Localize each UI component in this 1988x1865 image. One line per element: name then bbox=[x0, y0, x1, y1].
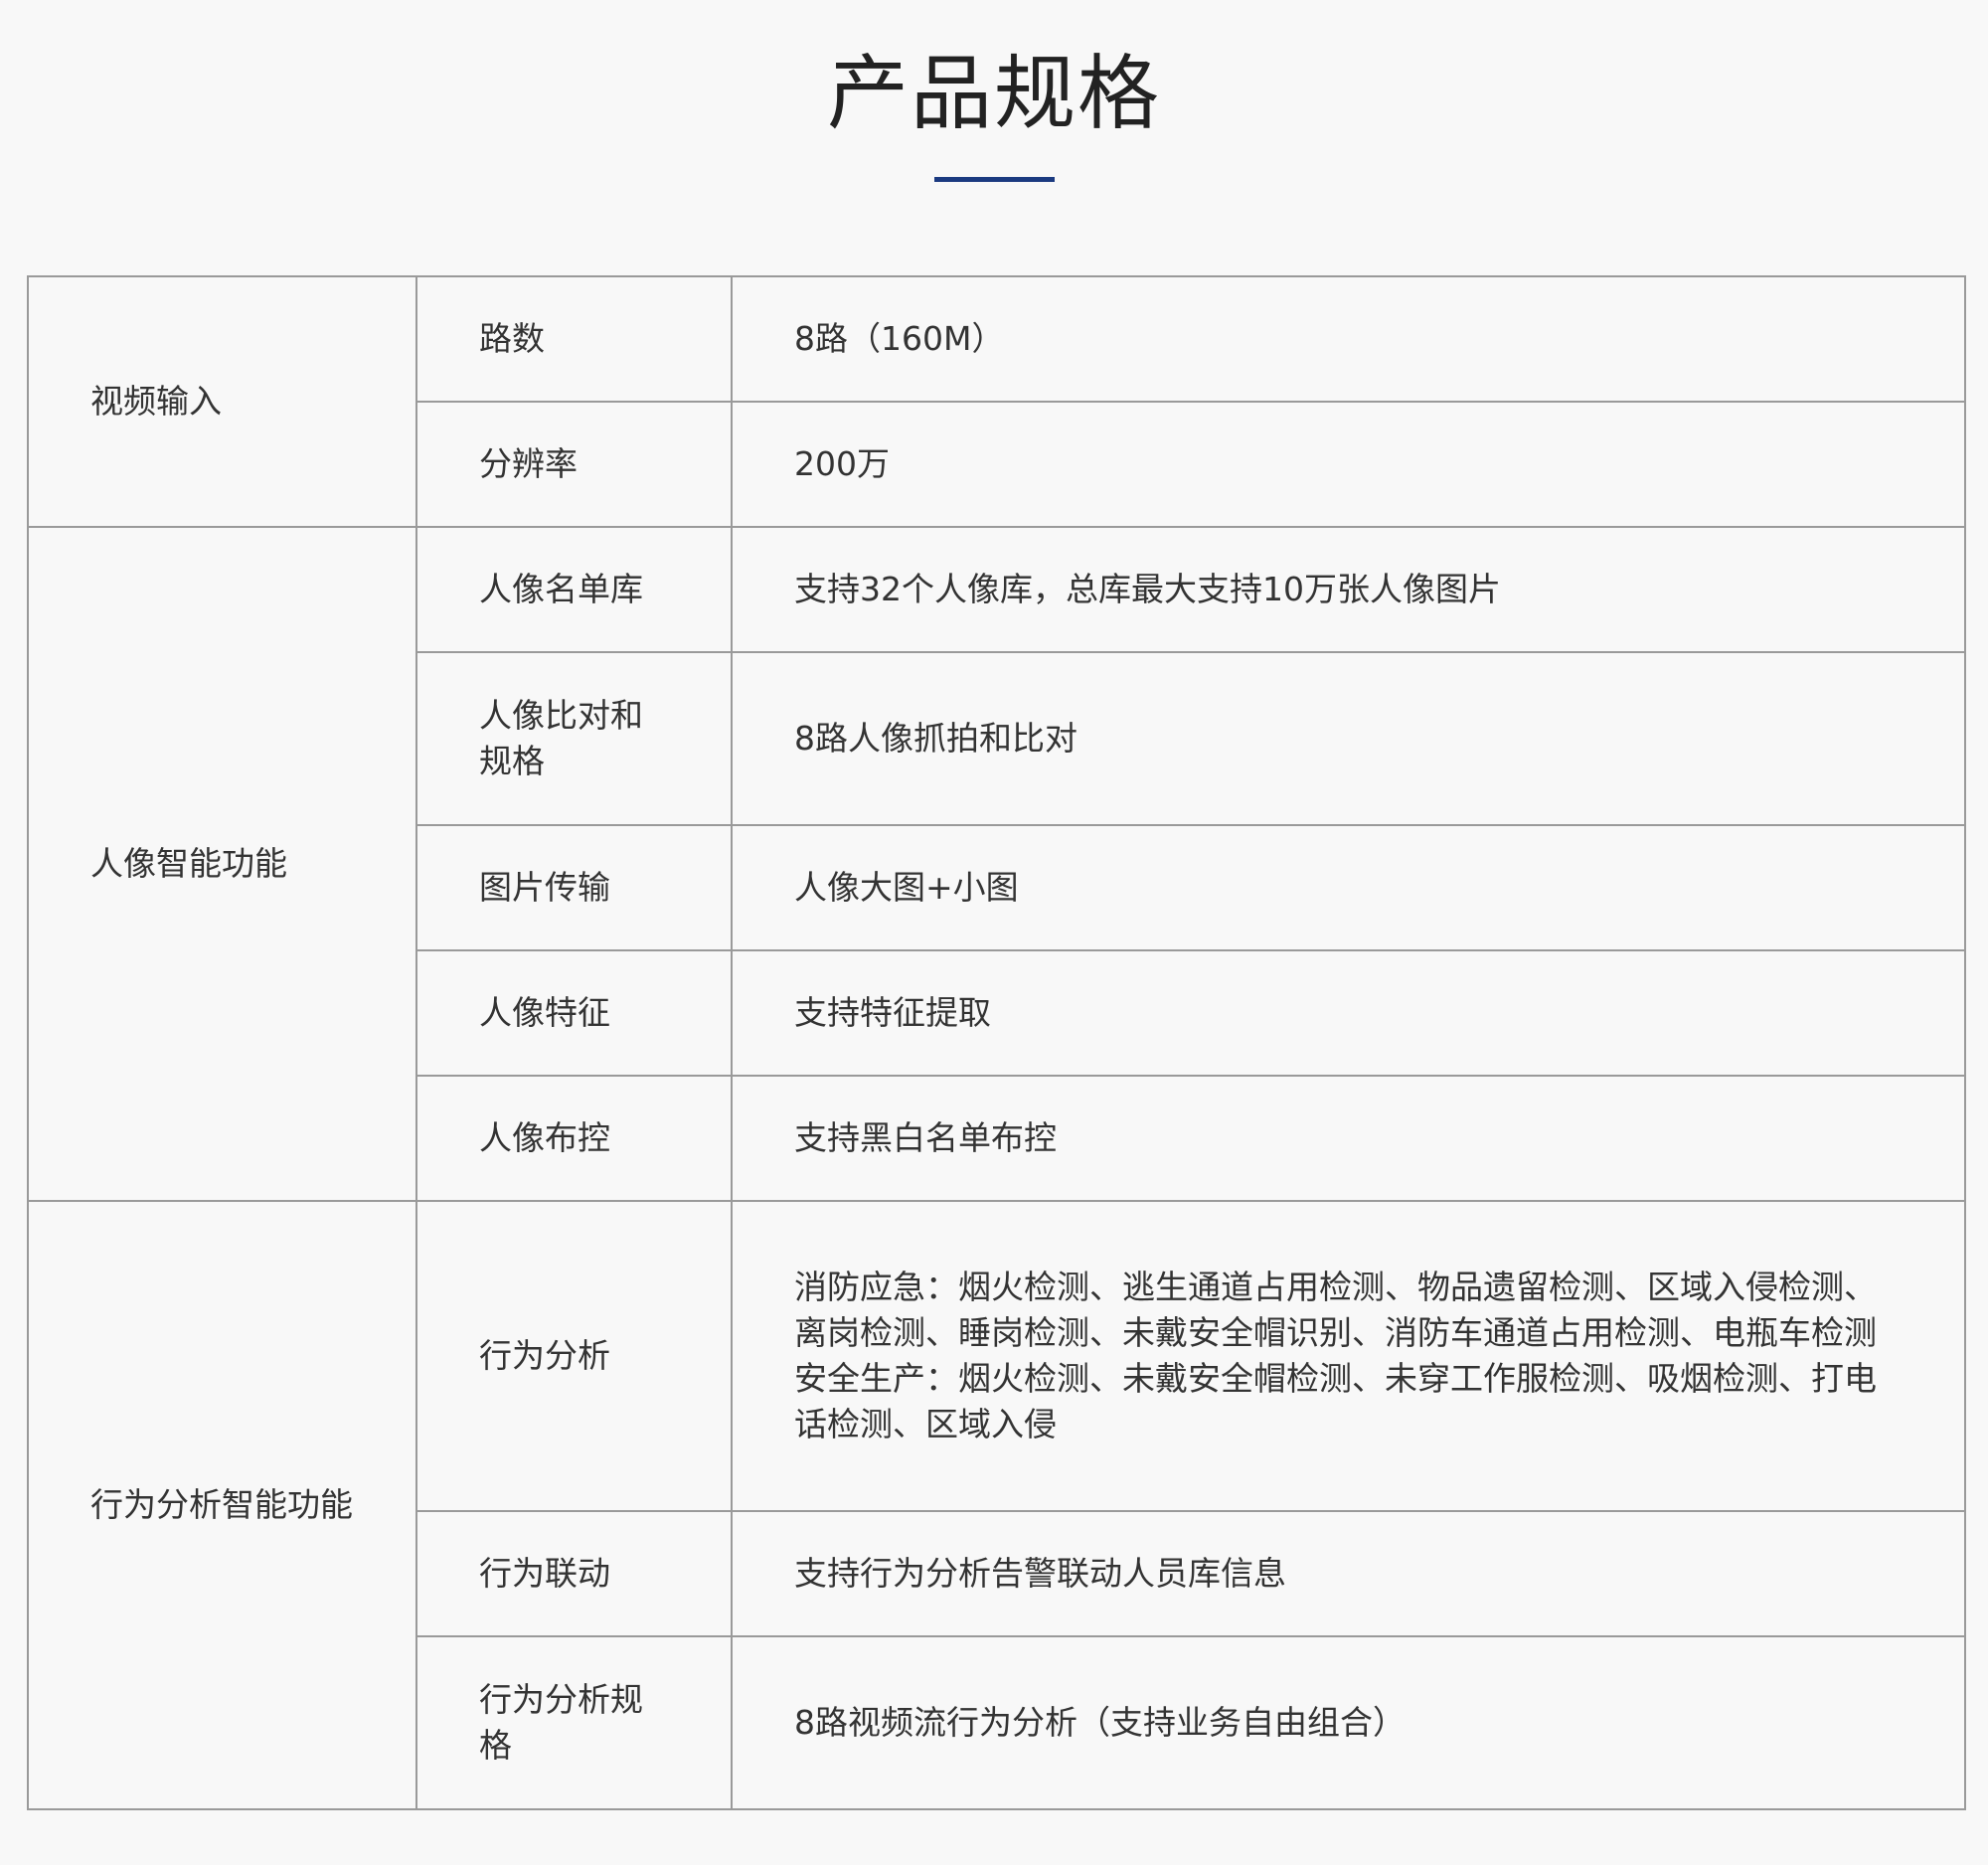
value-cell: 支持32个人像库，总库最大支持10万张人像图片 bbox=[731, 526, 1966, 653]
item-cell: 行为分析规格 bbox=[415, 1635, 733, 1810]
item-cell: 人像特征 bbox=[415, 949, 733, 1077]
value-text: 消防应急：烟火检测、逃生通道占用检测、物品遗留检测、区域入侵检测、离岗检测、睡岗… bbox=[794, 1268, 1877, 1352]
item-cell: 分辨率 bbox=[415, 401, 733, 528]
value-cell: 人像大图+小图 bbox=[731, 824, 1966, 951]
value-text: 8路人像抓拍和比对 bbox=[794, 719, 1077, 758]
page-title: 产品规格 bbox=[826, 47, 1161, 141]
category-cell: 人像智能功能 bbox=[27, 526, 417, 1202]
value-text: 人像大图+小图 bbox=[794, 868, 1019, 907]
spec-table: 视频输入 路数 8路（160M） 分辨率 200万 人像智能功能 人像名单库 支… bbox=[27, 275, 1966, 1810]
value-cell: 200万 bbox=[731, 401, 1966, 528]
value-cell: 消防应急：烟火检测、逃生通道占用检测、物品遗留检测、区域入侵检测、离岗检测、睡岗… bbox=[731, 1200, 1966, 1512]
item-cell: 图片传输 bbox=[415, 824, 733, 951]
value-text: 支持黑白名单布控 bbox=[794, 1118, 1057, 1157]
table-row: 人像智能功能 人像名单库 支持32个人像库，总库最大支持10万张人像图片 bbox=[27, 526, 1966, 1202]
value-cell: 支持黑白名单布控 bbox=[731, 1075, 1966, 1202]
value-text: 安全生产：烟火检测、未戴安全帽检测、未穿工作服检测、吸烟检测、打电话检测、区域入… bbox=[794, 1359, 1877, 1443]
value-cell: 8路人像抓拍和比对 bbox=[731, 651, 1966, 826]
category-cell: 视频输入 bbox=[27, 275, 417, 528]
item-cell: 人像名单库 bbox=[415, 526, 733, 653]
value-cell: 支持行为分析告警联动人员库信息 bbox=[731, 1510, 1966, 1637]
item-cell: 人像布控 bbox=[415, 1075, 733, 1202]
table-row: 行为分析智能功能 行为分析 消防应急：烟火检测、逃生通道占用检测、物品遗留检测、… bbox=[27, 1200, 1966, 1810]
value-text: 8路视频流行为分析（支持业务自由组合） bbox=[794, 1703, 1406, 1742]
item-cell: 人像比对和规格 bbox=[415, 651, 733, 826]
value-text: 支持行为分析告警联动人员库信息 bbox=[794, 1554, 1286, 1593]
table-row: 视频输入 路数 8路（160M） bbox=[27, 275, 1966, 528]
title-underline bbox=[934, 177, 1055, 182]
item-cell: 路数 bbox=[415, 275, 733, 403]
item-cell: 行为分析 bbox=[415, 1200, 733, 1512]
value-cell: 8路（160M） bbox=[731, 275, 1966, 403]
value-text: 支持32个人像库，总库最大支持10万张人像图片 bbox=[794, 570, 1501, 608]
value-cell: 8路视频流行为分析（支持业务自由组合） bbox=[731, 1635, 1966, 1810]
value-text: 支持特征提取 bbox=[794, 993, 991, 1032]
item-cell: 行为联动 bbox=[415, 1510, 733, 1637]
category-cell: 行为分析智能功能 bbox=[27, 1200, 417, 1810]
value-text: 8路（160M） bbox=[794, 319, 1005, 358]
value-cell: 支持特征提取 bbox=[731, 949, 1966, 1077]
value-text: 200万 bbox=[794, 444, 890, 483]
